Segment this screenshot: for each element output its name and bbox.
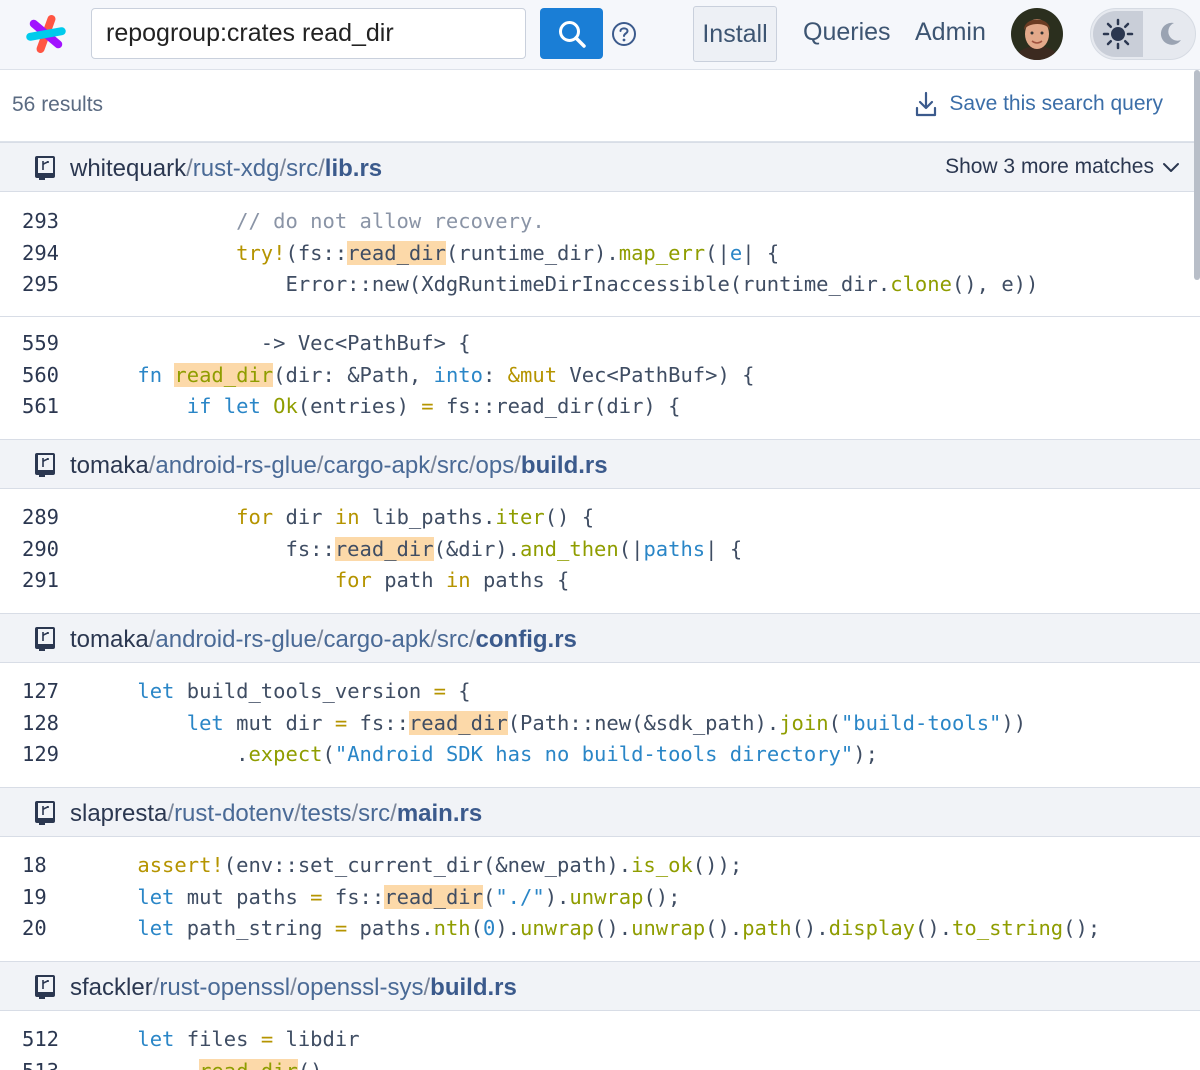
- repo-icon: [35, 801, 55, 825]
- search-icon: [558, 20, 586, 48]
- path-segment[interactable]: android-rs-glue: [155, 452, 316, 479]
- file-name[interactable]: build.rs: [521, 452, 608, 479]
- scrollbar[interactable]: [1194, 70, 1200, 280]
- path-segment[interactable]: src: [437, 452, 469, 479]
- queries-link[interactable]: Queries: [803, 18, 891, 47]
- save-search-query-label: Save this search query: [949, 92, 1163, 115]
- code-divider: [0, 316, 1200, 317]
- search-button[interactable]: [540, 8, 603, 59]
- repo-icon: [35, 453, 55, 477]
- file-match-header: sfackler/rust-openssl/openssl-sys/build.…: [0, 961, 1200, 1011]
- results-count: 56 results: [12, 93, 104, 116]
- show-more-matches-label: Show 3 more matches: [945, 155, 1154, 178]
- user-avatar[interactable]: [1011, 8, 1063, 60]
- file-path[interactable]: slapresta/rust-dotenv/tests/src/main.rs: [70, 800, 482, 828]
- file-name[interactable]: lib.rs: [325, 155, 382, 182]
- top-navbar: Install Queries Admin: [0, 0, 1200, 70]
- file-match-header: slapresta/rust-dotenv/tests/src/main.rs: [0, 787, 1200, 837]
- path-segment[interactable]: cargo-apk: [323, 452, 430, 479]
- repo-icon: [35, 975, 55, 999]
- results-summary-bar: 56 results Save this search query: [0, 70, 1200, 142]
- sun-icon: [1102, 18, 1134, 50]
- repo-owner[interactable]: whitequark: [70, 155, 186, 182]
- file-path[interactable]: sfackler/rust-openssl/openssl-sys/build.…: [70, 974, 517, 1002]
- search-input[interactable]: [91, 8, 526, 59]
- light-theme-button[interactable]: [1093, 11, 1143, 57]
- path-segment[interactable]: android-rs-glue: [155, 626, 316, 653]
- file-name[interactable]: config.rs: [476, 626, 577, 653]
- download-icon: [916, 91, 937, 117]
- sourcegraph-logo-icon[interactable]: [24, 12, 68, 56]
- file-match-header: tomaka/android-rs-glue/cargo-apk/src/con…: [0, 613, 1200, 663]
- repo-owner[interactable]: sfackler: [70, 974, 153, 1001]
- repo-owner[interactable]: tomaka: [70, 452, 149, 479]
- path-segment[interactable]: ops: [476, 452, 515, 479]
- file-name[interactable]: build.rs: [430, 974, 517, 1001]
- path-segment[interactable]: tests: [301, 800, 352, 827]
- file-name[interactable]: main.rs: [397, 800, 482, 827]
- dark-theme-button[interactable]: [1147, 11, 1193, 57]
- show-more-matches-button[interactable]: Show 3 more matches: [945, 155, 1180, 179]
- chevron-down-icon: [1163, 163, 1179, 172]
- file-path[interactable]: tomaka/android-rs-glue/cargo-apk/src/con…: [70, 626, 577, 654]
- path-segment[interactable]: rust-openssl: [159, 974, 290, 1001]
- file-path[interactable]: tomaka/android-rs-glue/cargo-apk/src/ops…: [70, 452, 608, 480]
- install-button[interactable]: Install: [693, 6, 777, 62]
- repo-icon: [35, 627, 55, 651]
- help-icon[interactable]: [611, 21, 637, 47]
- path-segment[interactable]: openssl-sys: [297, 974, 424, 1001]
- path-segment[interactable]: src: [358, 800, 390, 827]
- path-segment[interactable]: rust-dotenv: [174, 800, 294, 827]
- file-match-header: whitequark/rust-xdg/src/lib.rs Show 3 mo…: [0, 142, 1200, 192]
- theme-toggle[interactable]: [1090, 8, 1196, 60]
- file-path[interactable]: whitequark/rust-xdg/src/lib.rs: [70, 155, 382, 183]
- path-segment[interactable]: rust-xdg: [193, 155, 280, 182]
- path-segment[interactable]: cargo-apk: [323, 626, 430, 653]
- repo-owner[interactable]: tomaka: [70, 626, 149, 653]
- repo-icon: [35, 156, 55, 180]
- file-match-header: tomaka/android-rs-glue/cargo-apk/src/ops…: [0, 439, 1200, 489]
- admin-link[interactable]: Admin: [915, 18, 986, 47]
- path-segment[interactable]: src: [286, 155, 318, 182]
- save-search-query-link[interactable]: Save this search query: [915, 91, 1163, 117]
- path-segment[interactable]: src: [437, 626, 469, 653]
- repo-owner[interactable]: slapresta: [70, 800, 167, 827]
- moon-icon: [1160, 22, 1181, 45]
